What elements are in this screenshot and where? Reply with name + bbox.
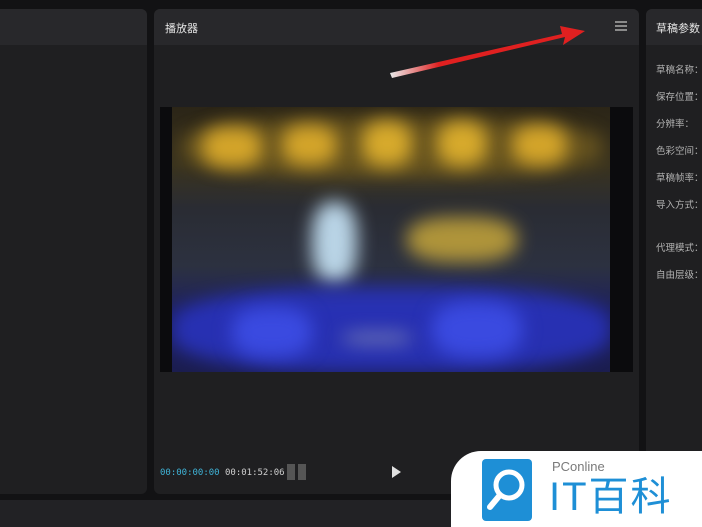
magnifier-logo-icon	[482, 459, 532, 521]
watermark: PConline IT百科	[451, 451, 702, 527]
watermark-small-text: PConline	[552, 459, 605, 474]
watermark-big-text: IT百科	[549, 475, 673, 519]
annotation-arrow	[390, 26, 585, 78]
